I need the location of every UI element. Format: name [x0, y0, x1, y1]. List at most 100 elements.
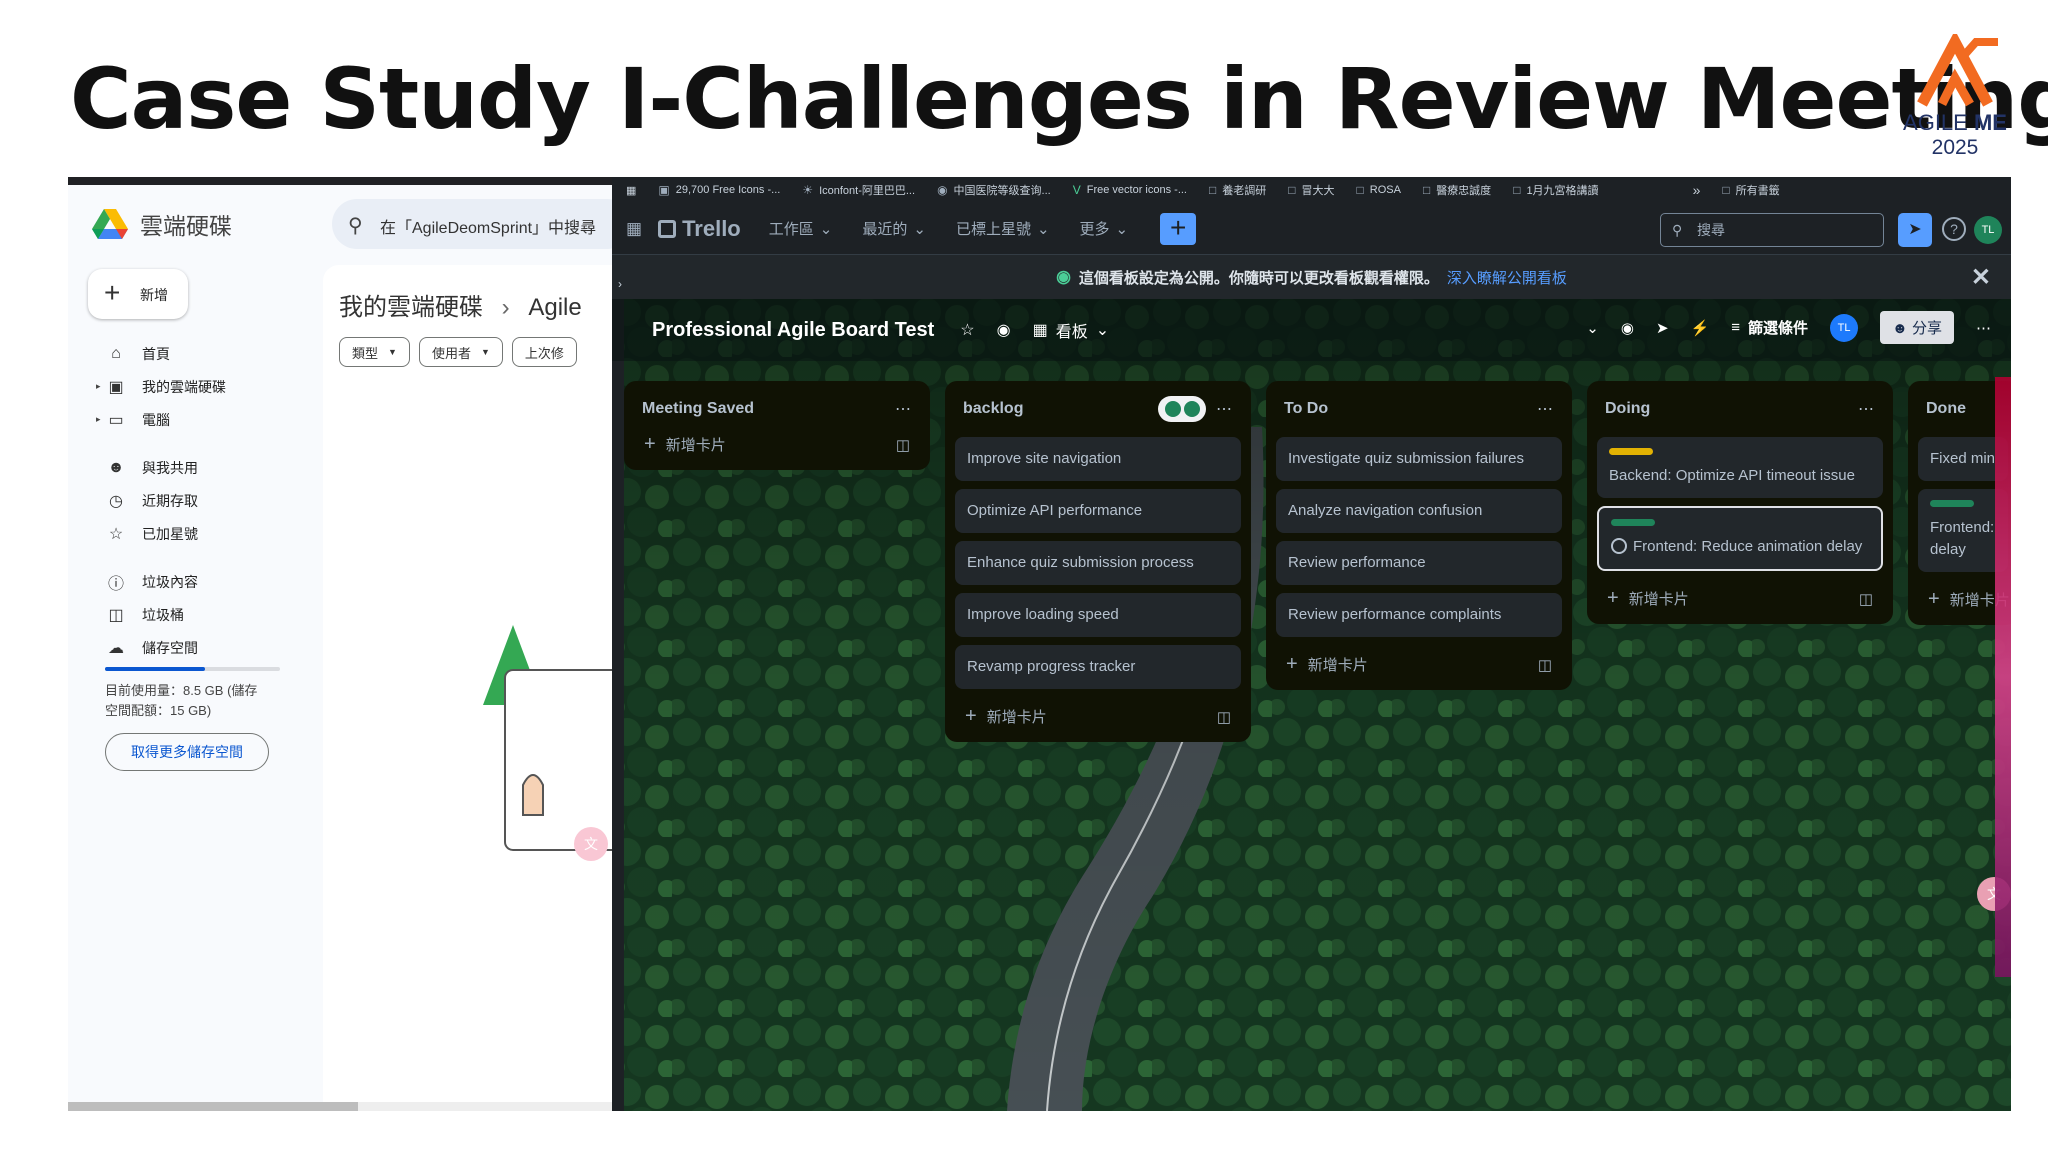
more-menu-icon[interactable]: ⋯: [1976, 319, 1991, 337]
more-icon[interactable]: ⋯: [895, 399, 912, 419]
expand-arrow-icon[interactable]: ▸: [96, 414, 101, 425]
template-icon[interactable]: ◫: [1859, 590, 1873, 608]
visibility-icon[interactable]: ◉: [997, 320, 1011, 340]
template-icon[interactable]: ◫: [1217, 708, 1231, 726]
card[interactable]: Backend: Optimize API timeout issue: [1597, 437, 1883, 498]
card[interactable]: Investigate quiz submission failures: [1276, 437, 1562, 481]
search-input[interactable]: ⚲ 在「AgileDeomSprint」中搜尋: [332, 199, 632, 249]
logo-year: 2025: [1931, 136, 1979, 159]
list-title[interactable]: Meeting Saved: [642, 400, 754, 418]
card[interactable]: Analyze navigation confusion: [1276, 489, 1562, 533]
bookmark-item[interactable]: ◉ 中国医院等级查询...: [937, 182, 1051, 198]
sidebar-item-recent[interactable]: ◷ 近期存取: [106, 484, 306, 517]
breadcrumb-current[interactable]: Agile: [528, 294, 581, 321]
bookmark-folder[interactable]: □ 1月九宮格講讀: [1513, 182, 1598, 198]
help-icon[interactable]: ?: [1942, 217, 1966, 241]
horizontal-scrollbar[interactable]: [68, 1102, 613, 1111]
add-card-button[interactable]: + 新增卡片: [965, 705, 1047, 728]
close-icon[interactable]: ✕: [1971, 263, 1991, 292]
location-icon: [1164, 401, 1181, 417]
notifications-icon[interactable]: ➤: [1898, 213, 1932, 247]
expand-arrow-icon[interactable]: ▸: [96, 381, 101, 392]
sidebar-item-storage[interactable]: ☁ 儲存空間: [106, 631, 306, 664]
filter-user[interactable]: 使用者 ▼: [418, 337, 503, 367]
more-icon[interactable]: ⋯: [1858, 399, 1875, 419]
sidebar-item-home[interactable]: ⌂ 首頁: [106, 337, 306, 370]
bookmark-item[interactable]: ▣ 29,700 Free Icons -...: [658, 183, 780, 197]
card[interactable]: Improve site navigation: [955, 437, 1241, 481]
sidebar-item-my-drive[interactable]: ▸ ▣ 我的雲端硬碟: [96, 370, 306, 403]
card[interactable]: Optimize API performance: [955, 489, 1241, 533]
watch-badge[interactable]: [1158, 396, 1206, 422]
filter-modified[interactable]: 上次修: [511, 337, 577, 367]
more-bookmarks-icon[interactable]: »: [1693, 182, 1701, 198]
star-icon[interactable]: ☆: [960, 320, 974, 340]
create-button[interactable]: +: [1160, 212, 1197, 245]
card[interactable]: Enhance quiz submission process: [955, 541, 1241, 585]
chevron-down-icon[interactable]: ⌄: [1586, 319, 1599, 337]
template-icon[interactable]: ◫: [896, 436, 910, 454]
share-button[interactable]: ☻ 分享: [1880, 311, 1954, 344]
sidebar-item-trash[interactable]: ◫ 垃圾桶: [106, 598, 306, 631]
bookmark-folder-all[interactable]: □ 所有書籤: [1722, 182, 1779, 198]
add-card-button[interactable]: + 新增卡片: [1607, 587, 1689, 610]
add-card-button[interactable]: + 新增卡片: [644, 433, 726, 456]
complete-checkbox[interactable]: [1611, 538, 1627, 554]
filter-type[interactable]: 類型 ▼: [339, 337, 410, 367]
sidebar-item-starred[interactable]: ☆ 已加星號: [106, 517, 306, 550]
list-title[interactable]: To Do: [1284, 400, 1328, 418]
bookmark-folder[interactable]: □ 冒大大: [1288, 182, 1334, 198]
apps-grid-icon[interactable]: ▦: [626, 184, 636, 197]
chevron-down-icon: ▼: [388, 347, 397, 357]
trello-logo[interactable]: Trello: [658, 216, 741, 242]
board-title[interactable]: Professional Agile Board Test: [652, 319, 934, 342]
search-input[interactable]: ⚲ 搜尋: [1660, 213, 1884, 247]
notice-link[interactable]: 深入瞭解公開看板: [1447, 267, 1567, 288]
new-button[interactable]: + 新增: [88, 269, 188, 319]
bookmark-folder[interactable]: □ 醫療忠誠度: [1423, 182, 1491, 198]
breadcrumb-root[interactable]: 我的雲端硬碟: [339, 294, 483, 321]
card-selected[interactable]: Frontend: Reduce animation delay: [1597, 506, 1883, 571]
member-avatar[interactable]: TL: [1830, 313, 1859, 342]
expand-sidebar-icon[interactable]: ›: [618, 277, 632, 299]
card[interactable]: Review performance: [1276, 541, 1562, 585]
scrollbar-thumb[interactable]: [68, 1102, 358, 1111]
add-card-button[interactable]: + 新增卡片: [1286, 653, 1368, 676]
card[interactable]: Improve loading speed: [955, 593, 1241, 637]
filter-button[interactable]: ≡ 篩選條件: [1731, 317, 1808, 338]
sidebar-item-label: 我的雲端硬碟: [142, 378, 226, 395]
app-switcher-icon[interactable]: ▦: [626, 219, 642, 239]
more-icon[interactable]: ⋯: [1537, 399, 1554, 419]
list-title[interactable]: Done: [1926, 400, 1966, 418]
search-placeholder: 搜尋: [1697, 222, 1725, 238]
bookmark-folder[interactable]: □ 養老調研: [1209, 182, 1266, 198]
bookmark-item[interactable]: ☀ Iconfont-阿里巴巴...: [802, 182, 915, 198]
bookmark-item[interactable]: V Free vector icons -...: [1073, 183, 1187, 197]
menu-starred[interactable]: 已標上星號 ⌄: [956, 218, 1050, 239]
sidebar-item-spam[interactable]: ⓘ 垃圾內容: [106, 565, 306, 598]
card[interactable]: Revamp progress tracker: [955, 645, 1241, 689]
bookmark-folder[interactable]: □ ROSA: [1357, 183, 1401, 197]
menu-recent[interactable]: 最近的 ⌄: [862, 218, 926, 239]
more-icon[interactable]: ⋯: [1216, 399, 1233, 419]
sidebar-item-computers[interactable]: ▸ ▭ 電腦: [96, 403, 306, 436]
add-card-row: + 新增卡片 ◫: [1595, 571, 1885, 614]
usage-line: 空間配額：15 GB): [105, 703, 212, 718]
send-icon[interactable]: ➤: [1656, 319, 1669, 337]
template-icon[interactable]: ◫: [1538, 656, 1552, 674]
power-up-icon[interactable]: ◉: [1621, 319, 1634, 337]
avatar[interactable]: TL: [1974, 216, 2002, 244]
globe-icon: ◉: [937, 183, 948, 197]
translate-float-icon[interactable]: 文: [574, 827, 608, 861]
sidebar-item-label: 電腦: [142, 411, 170, 428]
trello-logo-icon: [658, 219, 677, 238]
sidebar-item-shared[interactable]: ☻ 與我共用: [106, 451, 306, 484]
menu-workspaces[interactable]: 工作區 ⌄: [769, 218, 833, 239]
list-title[interactable]: backlog: [963, 400, 1023, 418]
card[interactable]: Review performance complaints: [1276, 593, 1562, 637]
get-more-storage-button[interactable]: 取得更多儲存空間: [105, 733, 269, 771]
menu-more[interactable]: 更多 ⌄: [1080, 218, 1129, 239]
list-title[interactable]: Doing: [1605, 400, 1650, 418]
automation-icon[interactable]: ⚡: [1691, 319, 1710, 337]
view-switcher[interactable]: ▦ 看板 ⌄: [1033, 318, 1110, 342]
